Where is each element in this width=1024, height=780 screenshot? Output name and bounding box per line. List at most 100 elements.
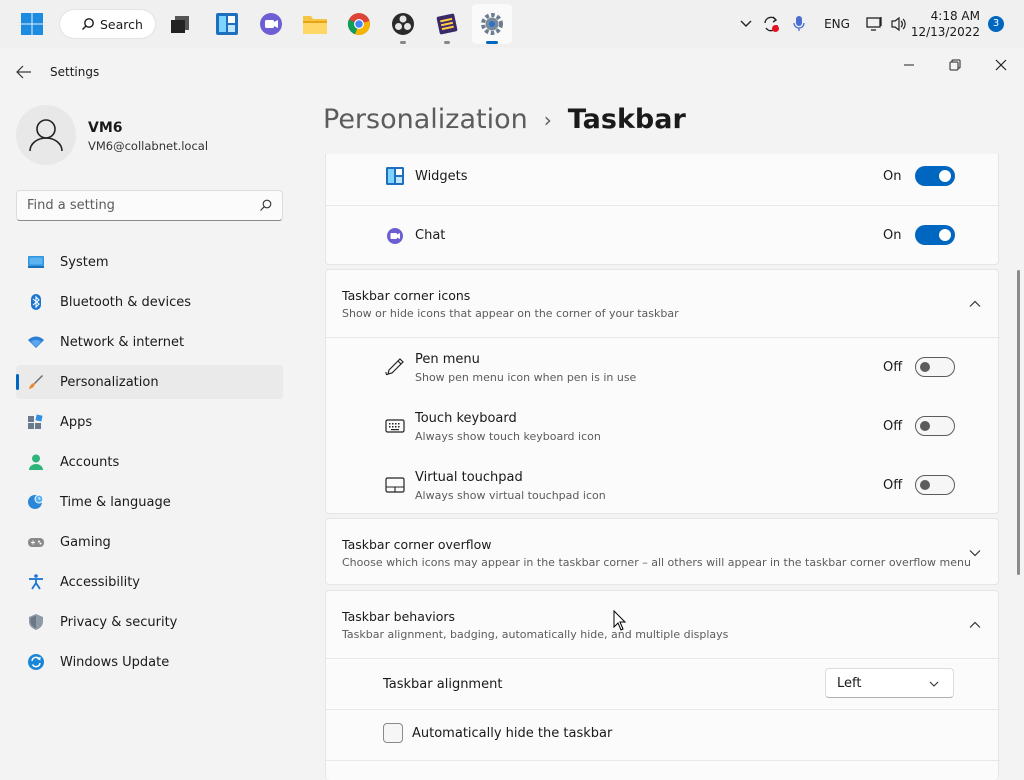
widgets-taskbar-icon[interactable]: [211, 8, 243, 40]
chevron-up-tray-icon[interactable]: [736, 0, 756, 48]
find-setting-box[interactable]: [16, 190, 283, 221]
breadcrumb: Personalization › Taskbar: [323, 104, 686, 135]
chat-icon: [387, 228, 403, 244]
chrome-icon[interactable]: [343, 8, 375, 40]
running-indicator: [444, 41, 450, 44]
alignment-value: Left: [837, 675, 862, 691]
scrollbar-thumb[interactable]: [1017, 270, 1020, 575]
sidebar-item-network[interactable]: Network & internet: [16, 325, 283, 359]
windows-taskbar: Search ENG 4:18 AM 12/13/2022 3: [0, 0, 1024, 48]
minimize-button[interactable]: [886, 50, 932, 80]
find-setting-input[interactable]: [17, 191, 247, 220]
restore-button[interactable]: [932, 50, 978, 80]
sidebar-item-label: Bluetooth & devices: [60, 294, 191, 310]
video-editor-icon[interactable]: [431, 8, 463, 44]
volume-icon[interactable]: [888, 0, 910, 48]
chat-label: Chat: [415, 228, 446, 243]
behaviors-title: Taskbar behaviors: [342, 609, 456, 624]
back-arrow-icon[interactable]: [14, 62, 38, 82]
widgets-icon: [386, 167, 404, 185]
corner-icons-title: Taskbar corner icons: [342, 288, 471, 303]
sidebar-item-apps[interactable]: Apps: [16, 405, 283, 439]
breadcrumb-parent[interactable]: Personalization: [323, 104, 528, 135]
pen-menu-toggle[interactable]: [915, 357, 955, 377]
behaviors-subtitle: Taskbar alignment, badging, automaticall…: [342, 628, 729, 641]
running-indicator: [400, 41, 406, 44]
sidebar-item-label: System: [60, 254, 109, 270]
touch-keyboard-title: Touch keyboard: [415, 411, 517, 426]
pen-menu-title: Pen menu: [415, 352, 480, 367]
taskbar-items-card: Widgets On Chat On: [325, 154, 1000, 265]
windows-start-icon[interactable]: [16, 8, 48, 40]
microphone-icon[interactable]: [788, 0, 810, 48]
taskbar-search-button[interactable]: Search: [60, 10, 155, 38]
pen-icon: [385, 358, 404, 376]
bluetooth-icon: [31, 294, 41, 310]
taskbar-clock[interactable]: 4:18 AM 12/13/2022: [910, 8, 980, 40]
virtual-touchpad-toggle[interactable]: [915, 475, 955, 495]
user-avatar[interactable]: [16, 105, 76, 165]
keyboard-icon: [385, 419, 405, 433]
corner-icons-card: Taskbar corner icons Show or hide icons …: [325, 269, 1000, 514]
notification-badge[interactable]: 3: [988, 16, 1004, 32]
chevron-up-icon: [969, 621, 981, 628]
virtual-touchpad-subtitle: Always show virtual touchpad icon: [415, 489, 606, 502]
minimize-icon: [904, 64, 914, 66]
sidebar-item-privacy[interactable]: Privacy & security: [16, 605, 283, 639]
clock-time: 4:18 AM: [930, 9, 980, 23]
chat-toggle[interactable]: [915, 225, 955, 245]
taskbar-alignment-dropdown[interactable]: Left: [825, 668, 954, 698]
search-icon: [82, 18, 94, 30]
corner-icons-subtitle: Show or hide icons that appear on the co…: [342, 307, 679, 320]
sidebar-item-accessibility[interactable]: Accessibility: [16, 565, 283, 599]
sync-status-icon[interactable]: [760, 0, 782, 48]
search-label: Search: [100, 16, 143, 32]
virtual-touchpad-title: Virtual touchpad: [415, 470, 523, 485]
user-email: VM6@collabnet.local: [88, 139, 209, 153]
sidebar-item-system[interactable]: System: [16, 245, 283, 279]
widgets-state: On: [883, 169, 902, 184]
widgets-label: Widgets: [415, 169, 468, 184]
pen-menu-subtitle: Show pen menu icon when pen is in use: [415, 371, 637, 384]
input-language[interactable]: ENG: [820, 0, 854, 48]
corner-icons-header[interactable]: Taskbar corner icons Show or hide icons …: [326, 270, 1000, 337]
sidebar-item-gaming[interactable]: Gaming: [16, 525, 283, 559]
close-icon: [995, 59, 1007, 71]
sidebar-item-label: Windows Update: [60, 654, 170, 670]
user-name: VM6: [88, 120, 123, 136]
chevron-down-icon: [969, 550, 981, 557]
sidebar-item-personalization[interactable]: Personalization: [16, 365, 283, 399]
restore-icon: [949, 59, 961, 71]
task-view-icon[interactable]: [164, 8, 196, 40]
row-divider: [326, 337, 1000, 338]
sidebar-item-label: Accessibility: [60, 574, 140, 590]
sidebar-item-time-language[interactable]: Time & language: [16, 485, 283, 519]
corner-overflow-subtitle: Choose which icons may appear in the tas…: [342, 556, 971, 569]
behaviors-header[interactable]: Taskbar behaviors Taskbar alignment, bad…: [326, 591, 1000, 658]
row-divider: [326, 760, 1000, 761]
sidebar-item-windows-update[interactable]: Windows Update: [16, 645, 283, 679]
mouse-cursor-icon: [613, 610, 627, 631]
close-button[interactable]: [978, 50, 1024, 80]
sidebar-item-label: Gaming: [60, 534, 111, 550]
sidebar-item-bluetooth[interactable]: Bluetooth & devices: [16, 285, 283, 319]
file-explorer-icon[interactable]: [299, 8, 331, 40]
brush-icon: [29, 375, 43, 389]
widgets-toggle[interactable]: [915, 166, 955, 186]
touch-keyboard-toggle[interactable]: [915, 416, 955, 436]
network-icon[interactable]: [864, 0, 886, 48]
corner-overflow-card[interactable]: Taskbar corner overflow Choose which ico…: [325, 518, 999, 585]
settings-taskbar-icon[interactable]: [472, 4, 512, 44]
wifi-icon: [28, 336, 44, 348]
autohide-checkbox[interactable]: [383, 723, 403, 743]
taskbar-alignment-label: Taskbar alignment: [383, 677, 503, 692]
row-divider: [326, 658, 1000, 659]
virtual-touchpad-state: Off: [883, 478, 903, 493]
chat-taskbar-icon[interactable]: [255, 8, 287, 40]
sidebar-item-accounts[interactable]: Accounts: [16, 445, 283, 479]
update-icon: [28, 654, 44, 670]
sidebar-item-label: Network & internet: [60, 334, 185, 350]
search-icon: [260, 199, 272, 211]
obs-studio-icon[interactable]: [387, 8, 419, 44]
sidebar-item-label: Personalization: [60, 374, 159, 390]
